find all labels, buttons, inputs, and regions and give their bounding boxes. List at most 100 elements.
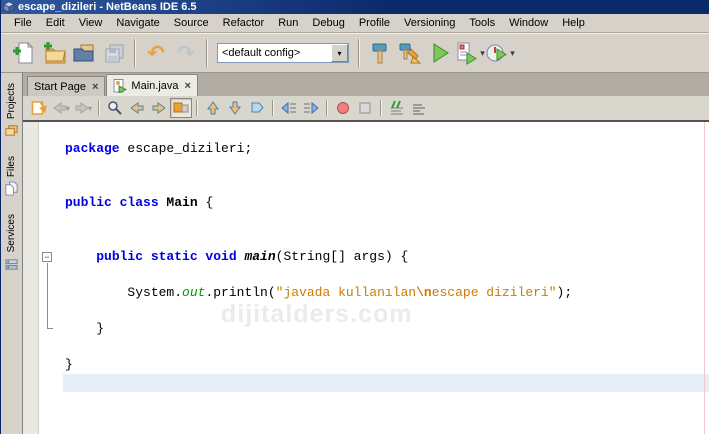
tab-label: Main.java [131,80,178,92]
editor-toolbar: ▾ ▾ [23,96,709,122]
new-project-icon [42,41,66,65]
chevron-down-icon: ▾ [337,49,341,58]
debug-button[interactable]: ▾ [455,37,485,69]
code-line[interactable]: public static void main(String[] args) { [63,248,709,266]
chevron-down-icon: ▾ [88,104,92,113]
code-line[interactable] [63,302,709,320]
uncomment-button[interactable] [408,98,430,118]
build-button[interactable] [365,37,395,69]
code-line[interactable] [63,212,709,230]
code-line[interactable]: package escape_dizileri; [63,140,709,158]
toggle-highlight-icon [173,100,189,116]
toggle-highlight-button[interactable] [170,98,192,118]
menu-navigate[interactable]: Navigate [109,15,166,31]
menu-refactor[interactable]: Refactor [216,15,272,31]
previous-bookmark-button[interactable] [202,98,224,118]
toolbar-separator [206,39,208,67]
editor-toolbar-separator [272,100,274,116]
debug-icon [455,41,479,65]
code-line[interactable] [63,266,709,284]
editor-toolbar-separator [326,100,328,116]
close-icon[interactable]: × [92,81,98,93]
netbeans-logo-icon [3,1,15,13]
code-line[interactable]: System.out.println("javada kullanılan\ne… [63,284,709,302]
code-line[interactable] [63,176,709,194]
run-button[interactable] [425,37,455,69]
document-tab-row: Start Page × Main.java × [23,73,709,96]
redo-button[interactable]: ↷ [171,37,201,69]
close-icon[interactable]: × [185,80,191,92]
undo-button[interactable]: ↶ [141,37,171,69]
menu-view[interactable]: View [72,15,110,31]
code-line[interactable] [63,338,709,356]
record-macro-button[interactable] [332,98,354,118]
code-line[interactable]: } [63,320,709,338]
sidebar-item-label: Files [6,156,17,177]
next-bookmark-button[interactable] [224,98,246,118]
stop-macro-button[interactable] [354,98,376,118]
menu-profile[interactable]: Profile [352,15,397,31]
forward-button[interactable]: ▾ [72,98,94,118]
toggle-bookmark-button[interactable] [246,98,268,118]
find-next-button[interactable] [148,98,170,118]
sidebar-item-files[interactable]: Files [4,152,19,200]
java-file-icon [113,79,127,93]
find-previous-button[interactable] [126,98,148,118]
save-all-button[interactable] [99,37,129,69]
menu-edit[interactable]: Edit [39,15,72,31]
next-bookmark-icon [227,100,243,116]
find-previous-icon [129,100,145,116]
code-line[interactable]: public class Main { [63,194,709,212]
back-button[interactable]: ▾ [50,98,72,118]
config-combobox[interactable]: <default config> ▾ [217,43,349,63]
comment-button[interactable] [386,98,408,118]
shift-right-button[interactable] [300,98,322,118]
new-project-button[interactable] [39,37,69,69]
files-icon [4,181,19,196]
toggle-bookmark-icon [249,100,265,116]
profile-button[interactable]: ▾ [485,37,515,69]
open-project-button[interactable] [69,37,99,69]
code-line[interactable] [63,230,709,248]
tab-main-java[interactable]: Main.java × [106,74,198,96]
code-line[interactable] [63,158,709,176]
menu-debug[interactable]: Debug [305,15,351,31]
fold-collapse-icon[interactable]: − [42,252,52,262]
tab-start-page[interactable]: Start Page × [27,76,105,96]
new-file-button[interactable] [9,37,39,69]
menu-file[interactable]: File [7,15,39,31]
stop-macro-icon [357,100,373,116]
menu-help[interactable]: Help [555,15,592,31]
code-line[interactable] [63,122,709,140]
shift-left-icon [281,100,297,116]
fold-guide-end [47,328,53,329]
editor-toolbar-separator [380,100,382,116]
editor-toolbar-separator [196,100,198,116]
editor-toolbar-separator [98,100,100,116]
code-line[interactable] [63,374,709,392]
menu-window[interactable]: Window [502,15,555,31]
menu-run[interactable]: Run [271,15,305,31]
sidebar-item-label: Services [6,214,17,252]
shift-left-button[interactable] [278,98,300,118]
main-toolbar: ↶ ↷ <default config> ▾ ▾ ▾ [1,33,709,73]
tab-label: Start Page [34,81,86,93]
code-editor[interactable]: − package escape_dizileri; public class … [23,122,709,434]
sidebar-item-services[interactable]: Services [4,210,19,275]
last-edit-button[interactable] [28,98,50,118]
profile-dropdown-icon[interactable]: ▾ [510,48,515,59]
code-lines[interactable]: package escape_dizileri; public class Ma… [63,122,709,434]
shift-right-icon [303,100,319,116]
redo-icon: ↷ [177,43,195,64]
comment-icon [389,100,405,116]
menu-source[interactable]: Source [167,15,216,31]
menu-versioning[interactable]: Versioning [397,15,462,31]
menu-tools[interactable]: Tools [462,15,502,31]
netbeans-window: escape_dizileri - NetBeans IDE 6.5 File … [0,0,709,434]
record-macro-icon [335,100,351,116]
find-button[interactable] [104,98,126,118]
clean-build-button[interactable] [395,37,425,69]
code-line[interactable]: } [63,356,709,374]
sidebar-item-projects[interactable]: Projects [4,79,19,142]
combo-dropdown-button[interactable]: ▾ [331,44,348,62]
